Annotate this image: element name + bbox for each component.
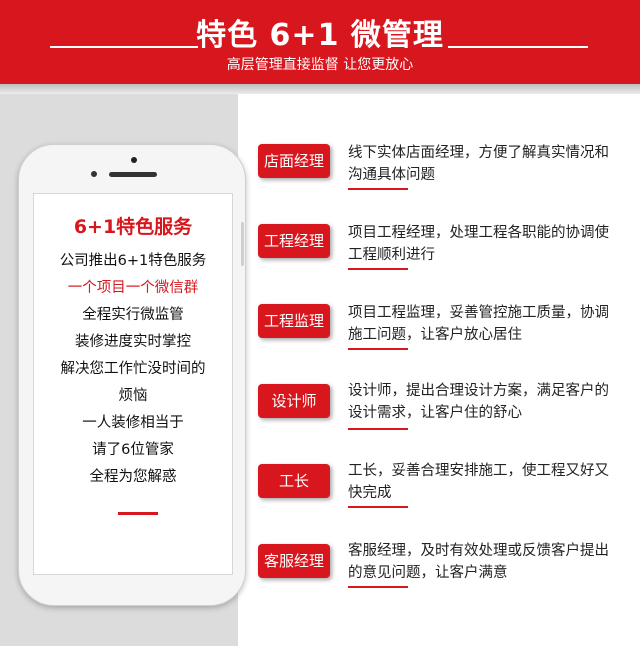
role-description: 线下实体店面经理，方便了解真实情况和沟通具体问题 <box>348 145 609 183</box>
phone-sensor-dot <box>131 157 137 163</box>
role-badge: 客服经理 <box>258 544 330 578</box>
role-badge: 店面经理 <box>258 144 330 178</box>
phone-side-button <box>241 222 244 266</box>
role-item-supervisor: 工程监理 项目工程监理，妥善管控施工质量，协调施工问题，让客户放心居住 <box>258 290 628 360</box>
service-line-highlight: 一个项目一个微信群 <box>67 280 199 296</box>
role-underline <box>348 506 408 508</box>
role-item-customer-service: 客服经理 客服经理，及时有效处理或反馈客户提出的意见问题，让客户满意 <box>258 530 628 600</box>
service-line: 公司推出6+1特色服务 <box>59 253 207 269</box>
service-line: 解决您工作忙没时间的 <box>60 361 206 377</box>
role-description: 设计师，提出合理设计方案，满足客户的设计需求，让客户住的舒心 <box>348 383 609 421</box>
service-line: 装修进度实时掌控 <box>75 334 191 350</box>
header-shadow <box>0 84 640 94</box>
service-line: 请了6位管家 <box>92 442 174 458</box>
role-underline <box>348 428 408 430</box>
header-banner: 特色 6+1 微管理 高层管理直接监督 让您更放心 <box>0 0 640 84</box>
role-item-project-manager: 工程经理 项目工程经理，处理工程各职能的协调使工程顺利进行 <box>258 210 628 280</box>
service-list: 公司推出6+1特色服务 一个项目一个微信群 全程实行微监管 装修进度实时掌控 解… <box>34 248 232 491</box>
title-divider-right <box>448 46 588 48</box>
title-divider-left <box>50 46 198 48</box>
service-line: 全程实行微监管 <box>82 307 184 323</box>
service-line: 一人装修相当于 <box>82 415 184 431</box>
role-underline <box>348 348 408 350</box>
role-badge: 工程监理 <box>258 304 330 338</box>
role-badge: 工程经理 <box>258 224 330 258</box>
role-underline <box>348 268 408 270</box>
role-description: 工长，妥善合理安排施工，使工程又好又快完成 <box>348 463 609 501</box>
page-subtitle: 高层管理直接监督 让您更放心 <box>226 57 414 73</box>
role-item-foreman: 工长 工长，妥善合理安排施工，使工程又好又快完成 <box>258 450 628 520</box>
phone-camera <box>91 171 97 177</box>
phone-mockup: 6+1特色服务 公司推出6+1特色服务 一个项目一个微信群 全程实行微监管 装修… <box>18 144 246 606</box>
role-item-designer: 设计师 设计师，提出合理设计方案，满足客户的设计需求，让客户住的舒心 <box>258 370 628 440</box>
phone-speaker <box>109 172 157 177</box>
service-line: 烦恼 <box>118 388 148 404</box>
role-description: 项目工程经理，处理工程各职能的协调使工程顺利进行 <box>348 225 609 263</box>
role-description: 客服经理，及时有效处理或反馈客户提出的意见问题，让客户满意 <box>348 543 609 581</box>
role-badge: 工长 <box>258 464 330 498</box>
role-underline <box>348 586 408 588</box>
role-badge: 设计师 <box>258 384 330 418</box>
service-heading: 6+1特色服务 <box>73 216 193 238</box>
role-description: 项目工程监理，妥善管控施工质量，协调施工问题，让客户放心居住 <box>348 305 609 343</box>
role-item-store-manager: 店面经理 线下实体店面经理，方便了解真实情况和沟通具体问题 <box>258 130 628 200</box>
screen-accent-line <box>118 512 158 515</box>
role-underline <box>348 188 408 190</box>
phone-screen: 6+1特色服务 公司推出6+1特色服务 一个项目一个微信群 全程实行微监管 装修… <box>33 193 233 575</box>
service-line: 全程为您解惑 <box>89 469 177 485</box>
